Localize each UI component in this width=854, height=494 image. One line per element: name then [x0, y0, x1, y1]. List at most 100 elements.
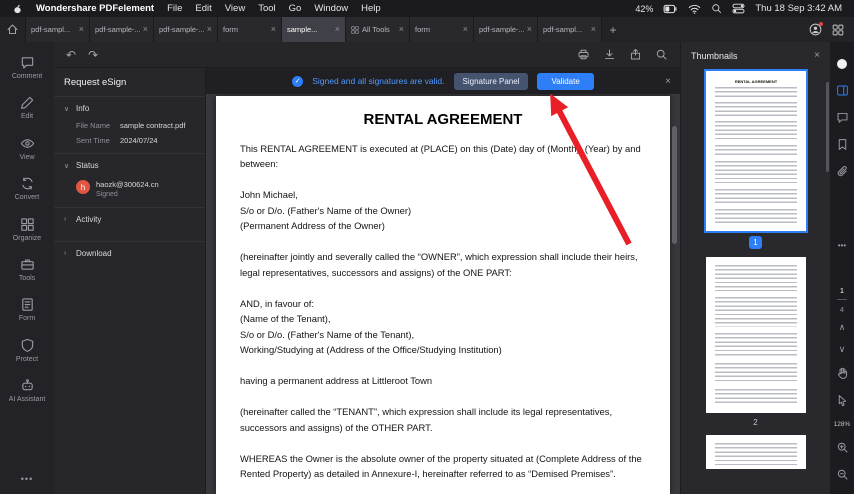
- sidebar-item-organize[interactable]: Organize: [0, 210, 54, 250]
- tab-form-1[interactable]: form ×: [218, 17, 282, 42]
- page-number-badge: 1: [749, 236, 762, 249]
- zoom-out-icon[interactable]: [830, 461, 854, 488]
- tab-all-tools[interactable]: All Tools ×: [346, 17, 410, 42]
- menu-tool[interactable]: Tool: [258, 3, 275, 14]
- tab-form-2[interactable]: form ×: [410, 17, 474, 42]
- page-scroll-area[interactable]: RENTAL AGREEMENT This RENTAL AGREEMENT i…: [206, 94, 680, 494]
- valid-check-icon: ✓: [292, 75, 304, 87]
- apple-icon[interactable]: [12, 3, 23, 15]
- share-icon[interactable]: [629, 48, 642, 61]
- zoom-level[interactable]: 128%: [834, 414, 851, 434]
- document-paragraph: having a permanent address at Littleroot…: [240, 375, 433, 386]
- sidebar-item-view[interactable]: View: [0, 129, 54, 169]
- banner-close-icon[interactable]: ×: [665, 76, 671, 87]
- sidebar-item-form[interactable]: Form: [0, 290, 54, 330]
- menu-help[interactable]: Help: [361, 3, 381, 14]
- download-icon[interactable]: [603, 48, 616, 61]
- previous-page-icon[interactable]: ∧: [839, 316, 846, 338]
- hand-tool-icon[interactable]: [830, 360, 854, 387]
- undo-icon[interactable]: ↶: [66, 49, 76, 61]
- total-page-number: 4: [839, 304, 845, 314]
- tab-close-icon[interactable]: ×: [591, 25, 596, 34]
- menu-window[interactable]: Window: [314, 3, 348, 14]
- page-divider: [837, 299, 847, 300]
- menubar-clock[interactable]: Thu 18 Sep 3:42 AM: [755, 3, 842, 14]
- sidebar-item-convert[interactable]: Convert: [0, 169, 54, 209]
- menubar-app-name[interactable]: Wondershare PDFelement: [36, 3, 154, 14]
- redo-icon[interactable]: ↷: [88, 49, 98, 61]
- tab-pdf-sample-3[interactable]: pdf-sample-... ×: [154, 17, 218, 42]
- all-tools-grid-icon: [351, 25, 359, 34]
- validate-button[interactable]: Validate: [537, 72, 594, 90]
- signer-row[interactable]: h haozk@300624.cn Signed: [54, 175, 205, 207]
- tab-close-icon[interactable]: ×: [207, 25, 212, 34]
- thumbnail-page-1[interactable]: RENTAL AGREEMENT: [703, 69, 808, 233]
- tab-pdf-sample-2[interactable]: pdf-sample-... ×: [90, 17, 154, 42]
- signer-state: Signed: [96, 191, 118, 198]
- tab-close-icon[interactable]: ×: [271, 25, 276, 34]
- chevron-right-icon: ›: [64, 250, 67, 257]
- sidebar-item-tools[interactable]: Tools: [0, 250, 54, 290]
- thumbnail-page-2[interactable]: [705, 257, 806, 413]
- thumbnail-page-3[interactable]: [705, 435, 806, 469]
- signature-panel-button[interactable]: Signature Panel: [453, 72, 529, 90]
- search-icon[interactable]: [655, 48, 668, 61]
- request-esign-panel: Request eSign ∨ Info File Name sample co…: [54, 68, 206, 494]
- chevron-right-icon: ›: [64, 216, 67, 223]
- record-status-icon[interactable]: [830, 50, 854, 77]
- wifi-icon[interactable]: [688, 4, 701, 14]
- document-title: RENTAL AGREEMENT: [363, 111, 523, 128]
- zoom-in-icon[interactable]: [830, 434, 854, 461]
- next-page-icon[interactable]: ∨: [839, 338, 846, 360]
- signer-email: haozk@300624.cn: [96, 180, 159, 189]
- tab-close-icon[interactable]: ×: [143, 25, 148, 34]
- esign-section-status[interactable]: ∨ Status: [54, 153, 205, 175]
- attachments-panel-icon[interactable]: [830, 158, 854, 185]
- signer-avatar: h: [76, 180, 90, 194]
- tab-overview-icon[interactable]: [832, 24, 844, 36]
- esign-section-download[interactable]: › Download: [54, 241, 205, 263]
- left-mode-sidebar: Comment Edit View Convert Organize Tools: [0, 42, 54, 494]
- spotlight-search-icon[interactable]: [711, 3, 722, 14]
- tab-close-icon[interactable]: ×: [79, 25, 84, 34]
- print-icon[interactable]: [577, 48, 590, 61]
- document-paragraph: John Michael, S/o or D/o. (Father's Name…: [240, 189, 412, 231]
- tab-close-icon[interactable]: ×: [399, 25, 404, 34]
- thumbnails-scrollbar[interactable]: [826, 82, 829, 172]
- tab-pdf-sample-5[interactable]: pdf-sampl... ×: [538, 17, 602, 42]
- new-tab-button[interactable]: +: [602, 17, 624, 42]
- more-panels-icon[interactable]: •••: [830, 232, 854, 259]
- current-page-number[interactable]: 1: [840, 283, 844, 297]
- esign-section-info[interactable]: ∨ Info: [54, 96, 205, 118]
- document-scrollbar[interactable]: [672, 126, 677, 244]
- sidebar-item-edit[interactable]: Edit: [0, 88, 54, 128]
- signature-valid-banner: ✓ Signed and all signatures are valid. S…: [206, 68, 680, 94]
- select-tool-icon[interactable]: [830, 387, 854, 414]
- menu-go[interactable]: Go: [289, 3, 302, 14]
- tab-close-icon[interactable]: ×: [335, 25, 340, 34]
- document-paragraph: (hereinafter jointly and severally calle…: [240, 251, 638, 278]
- sidebar-more-icon[interactable]: •••: [21, 464, 33, 494]
- thumbnails-title: Thumbnails: [691, 50, 738, 61]
- tab-pdf-sample-1[interactable]: pdf-sampl... ×: [26, 17, 90, 42]
- tab-pdf-sample-4[interactable]: pdf-sample-... ×: [474, 17, 538, 42]
- account-avatar-icon[interactable]: [809, 22, 823, 36]
- menu-view[interactable]: View: [225, 3, 245, 14]
- home-button[interactable]: [0, 17, 26, 42]
- menu-edit[interactable]: Edit: [195, 3, 211, 14]
- comments-panel-icon[interactable]: [830, 104, 854, 131]
- control-center-icon[interactable]: [732, 3, 745, 14]
- menu-file[interactable]: File: [167, 3, 182, 14]
- document-toolbar: ↶ ↷: [54, 42, 680, 68]
- tab-close-icon[interactable]: ×: [463, 25, 468, 34]
- sidebar-item-comment[interactable]: Comment: [0, 48, 54, 88]
- esign-section-activity[interactable]: › Activity: [54, 207, 205, 229]
- bookmarks-panel-icon[interactable]: [830, 131, 854, 158]
- sidebar-item-protect[interactable]: Protect: [0, 331, 54, 371]
- thumbnail-panel-icon[interactable]: [830, 77, 854, 104]
- chevron-down-icon: ∨: [64, 105, 70, 113]
- thumbnails-close-icon[interactable]: ×: [814, 50, 820, 61]
- sidebar-item-ai-assistant[interactable]: AI Assistant: [0, 371, 54, 411]
- tab-sample-active[interactable]: sample... ×: [282, 17, 346, 42]
- tab-close-icon[interactable]: ×: [527, 25, 532, 34]
